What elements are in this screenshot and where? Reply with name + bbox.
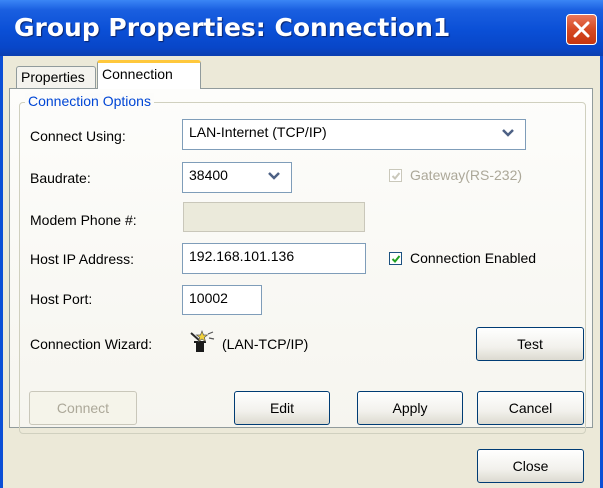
chevron-down-icon xyxy=(268,172,280,180)
close-button[interactable]: Close xyxy=(477,449,584,483)
gateway-label: Gateway(RS-232) xyxy=(410,167,523,183)
host-ip-label: Host IP Address: xyxy=(30,251,135,267)
host-port-input[interactable]: 10002 xyxy=(182,285,262,315)
modem-phone-label: Modem Phone #: xyxy=(30,212,137,228)
close-x-glyph xyxy=(573,21,590,38)
window-frame-left xyxy=(0,56,3,488)
checkmark-icon xyxy=(391,255,401,263)
baudrate-select[interactable]: 38400 xyxy=(182,162,292,193)
wizard-icon[interactable] xyxy=(188,330,216,354)
group-legend: Connection Options xyxy=(25,93,154,109)
connection-wizard-value: (LAN-TCP/IP) xyxy=(222,336,309,352)
title-bar: Group Properties: Connection1 xyxy=(0,0,603,56)
gateway-checkbox[interactable] xyxy=(389,169,402,182)
host-port-label: Host Port: xyxy=(30,291,93,307)
chevron-down-icon xyxy=(502,129,514,137)
connection-enabled-label: Connection Enabled xyxy=(410,250,537,266)
connect-using-value: LAN-Internet (TCP/IP) xyxy=(189,124,327,140)
modem-phone-input[interactable] xyxy=(183,202,365,232)
window-title: Group Properties: Connection1 xyxy=(14,13,451,42)
close-icon[interactable] xyxy=(566,14,597,45)
checkmark-icon xyxy=(391,172,401,180)
baudrate-label: Baudrate: xyxy=(30,170,91,186)
baudrate-value: 38400 xyxy=(189,167,228,183)
connect-using-select[interactable]: LAN-Internet (TCP/IP) xyxy=(182,119,526,150)
cancel-button[interactable]: Cancel xyxy=(477,391,584,425)
connection-enabled-checkbox[interactable] xyxy=(389,252,402,265)
tab-connection[interactable]: Connection xyxy=(97,60,201,89)
host-ip-input[interactable]: 192.168.101.136 xyxy=(182,243,366,274)
connect-using-label: Connect Using: xyxy=(30,128,126,144)
test-button[interactable]: Test xyxy=(476,327,584,361)
tab-properties[interactable]: Properties xyxy=(16,66,96,88)
edit-button[interactable]: Edit xyxy=(234,391,330,425)
apply-button[interactable]: Apply xyxy=(357,391,463,425)
connect-button[interactable]: Connect xyxy=(29,391,137,425)
connection-wizard-label: Connection Wizard: xyxy=(30,336,153,352)
